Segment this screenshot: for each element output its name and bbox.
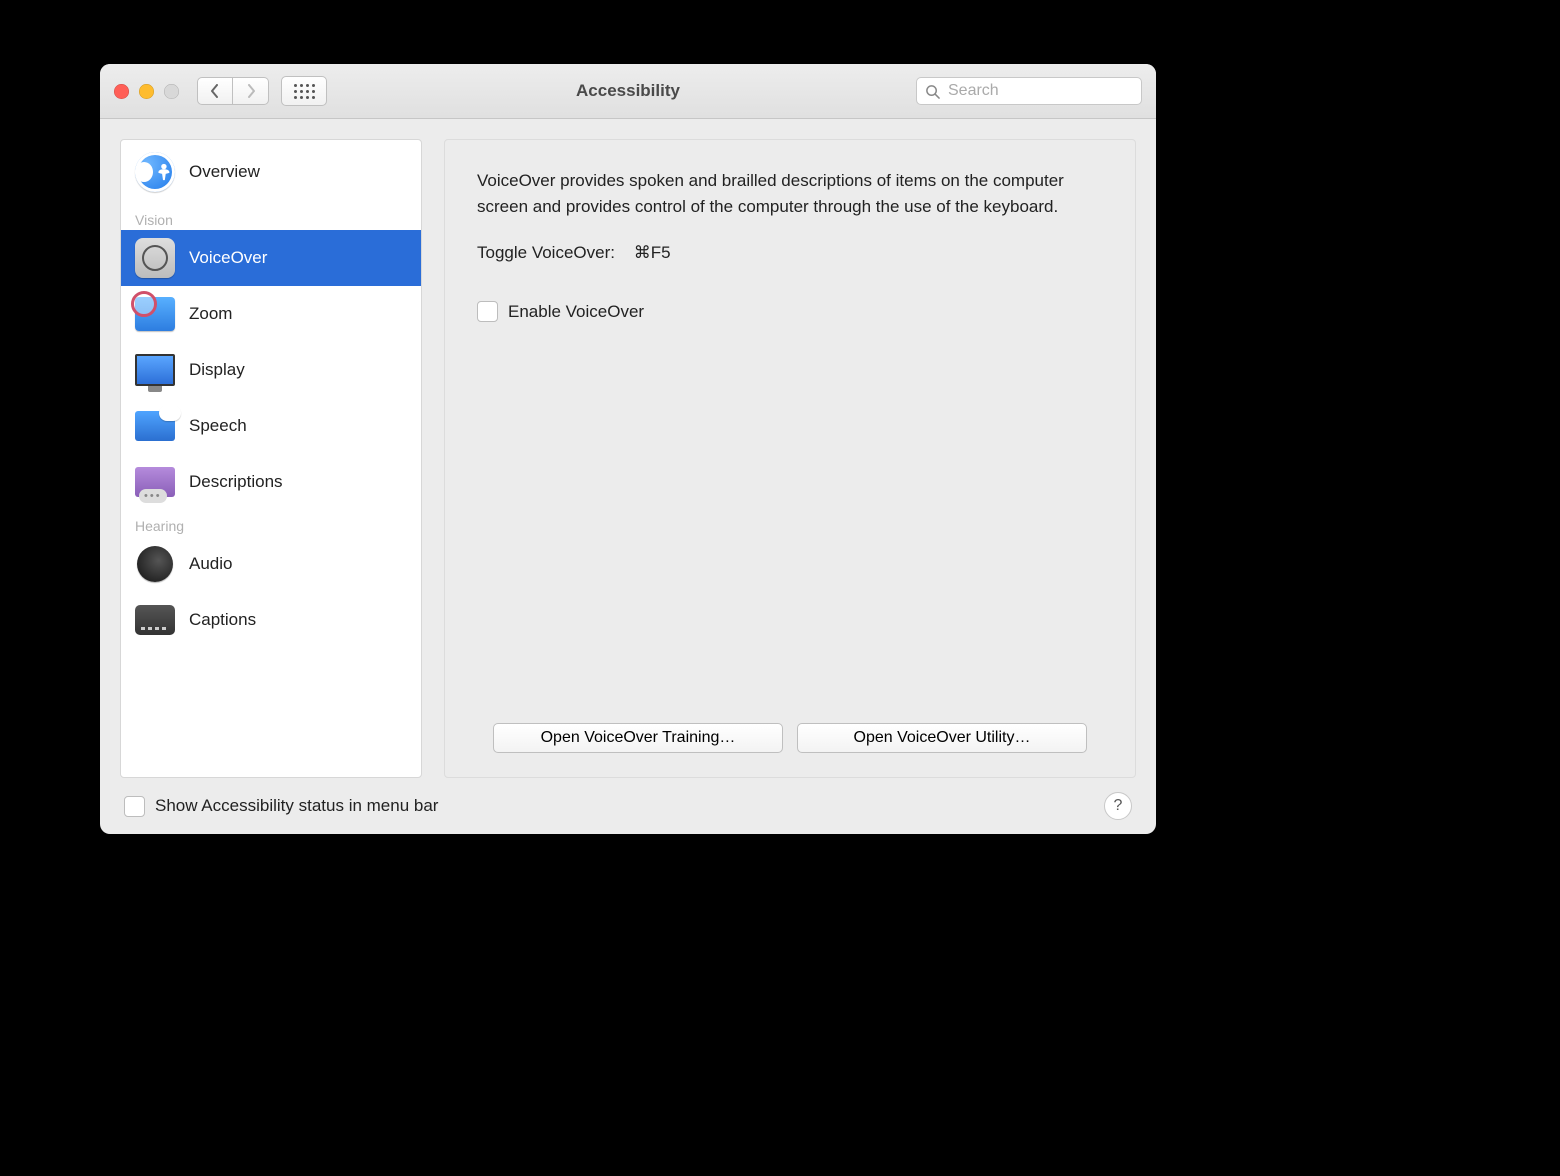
minimize-window-button[interactable] <box>139 84 154 99</box>
chevron-right-icon <box>246 84 256 98</box>
toggle-shortcut: ⌘F5 <box>634 243 671 262</box>
sidebar-item-voiceover[interactable]: ›› VoiceOver <box>121 230 421 286</box>
sidebar-item-display[interactable]: Display <box>121 342 421 398</box>
captions-icon <box>135 600 175 640</box>
preferences-window: Accessibility Overview Vision <box>100 64 1156 834</box>
close-window-button[interactable] <box>114 84 129 99</box>
window-body: Overview Vision ›› VoiceOver Zoom Displa… <box>100 119 1156 778</box>
sidebar-item-label: VoiceOver <box>189 248 267 268</box>
search-field[interactable] <box>916 77 1142 105</box>
zoom-icon <box>135 294 175 334</box>
audio-icon <box>135 544 175 584</box>
open-voiceover-training-button[interactable]: Open VoiceOver Training… <box>493 723 783 753</box>
grid-icon <box>294 84 315 99</box>
open-voiceover-utility-button[interactable]: Open VoiceOver Utility… <box>797 723 1087 753</box>
sidebar-item-captions[interactable]: Captions <box>121 592 421 648</box>
voiceover-icon: ›› <box>135 238 175 278</box>
search-icon <box>925 84 940 99</box>
sidebar-item-label: Descriptions <box>189 472 283 492</box>
window-controls <box>114 84 179 99</box>
speech-icon <box>135 406 175 446</box>
sidebar-item-descriptions[interactable]: Descriptions <box>121 454 421 510</box>
status-menubar-label: Show Accessibility status in menu bar <box>155 796 438 816</box>
search-input[interactable] <box>946 81 1133 101</box>
help-button[interactable]: ? <box>1104 792 1132 820</box>
descriptions-icon <box>135 462 175 502</box>
sidebar-item-label: Zoom <box>189 304 232 324</box>
sidebar-item-label: Display <box>189 360 245 380</box>
status-menubar-row[interactable]: Show Accessibility status in menu bar <box>124 796 438 817</box>
enable-voiceover-checkbox[interactable] <box>477 301 498 322</box>
toggle-shortcut-line: Toggle VoiceOver: ⌘F5 <box>477 243 1103 263</box>
back-button[interactable] <box>197 77 233 105</box>
sidebar-item-overview[interactable]: Overview <box>121 140 421 204</box>
sidebar-item-label: Speech <box>189 416 247 436</box>
chevron-left-icon <box>210 84 220 98</box>
sidebar-item-label: Captions <box>189 610 256 630</box>
detail-panel: VoiceOver provides spoken and brailled d… <box>444 139 1136 778</box>
sidebar-item-label: Audio <box>189 554 232 574</box>
sidebar-group-hearing: Hearing <box>121 510 421 536</box>
help-icon: ? <box>1114 797 1123 815</box>
enable-voiceover-row[interactable]: Enable VoiceOver <box>477 301 1103 322</box>
panel-button-row: Open VoiceOver Training… Open VoiceOver … <box>477 723 1103 753</box>
zoom-window-button[interactable] <box>164 84 179 99</box>
toggle-label: Toggle VoiceOver: <box>477 243 615 262</box>
sidebar-item-audio[interactable]: Audio <box>121 536 421 592</box>
sidebar-item-zoom[interactable]: Zoom <box>121 286 421 342</box>
sidebar-item-label: Overview <box>189 162 260 182</box>
sidebar-group-vision: Vision <box>121 204 421 230</box>
voiceover-description: VoiceOver provides spoken and brailled d… <box>477 168 1103 219</box>
display-icon <box>135 350 175 390</box>
overview-icon <box>135 152 175 192</box>
forward-button[interactable] <box>233 77 269 105</box>
titlebar: Accessibility <box>100 64 1156 119</box>
category-sidebar: Overview Vision ›› VoiceOver Zoom Displa… <box>120 139 422 778</box>
sidebar-item-speech[interactable]: Speech <box>121 398 421 454</box>
enable-voiceover-label: Enable VoiceOver <box>508 302 644 322</box>
window-footer: Show Accessibility status in menu bar ? <box>100 778 1156 834</box>
nav-buttons <box>197 77 269 105</box>
show-all-button[interactable] <box>281 76 327 106</box>
status-menubar-checkbox[interactable] <box>124 796 145 817</box>
